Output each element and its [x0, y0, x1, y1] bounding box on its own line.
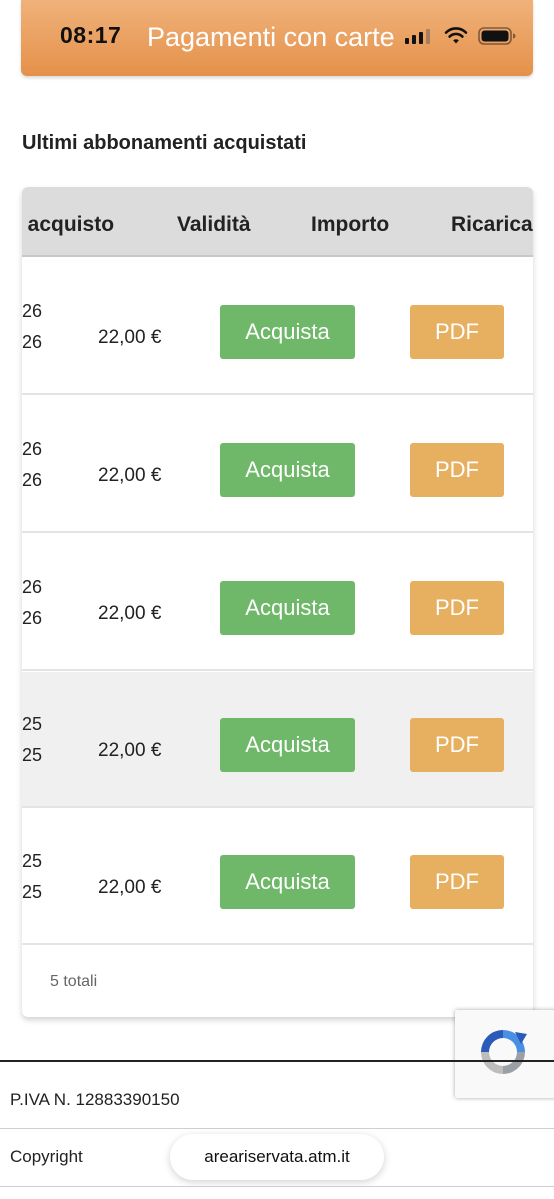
column-header-recharge: Ricarica: [451, 213, 533, 236]
column-header-validity: Validità: [177, 213, 251, 236]
browser-url-bar[interactable]: areariservata.atm.it: [170, 1134, 384, 1180]
footer-divider: [0, 1186, 554, 1187]
validity-date-fragment: 25: [22, 745, 43, 765]
status-time: 08:17: [60, 22, 122, 48]
page-title: Pagamenti con carte: [147, 22, 395, 52]
column-header-purchase-date: i acquisto: [22, 213, 115, 236]
column-header-amount: Importo: [311, 213, 390, 236]
cellular-signal-icon: [405, 28, 430, 44]
table-row: 26 26 22,00 € Acquista PDF: [22, 535, 533, 671]
buy-button[interactable]: Acquista: [220, 443, 355, 497]
purchase-date-fragment: 25: [22, 714, 43, 734]
pdf-button[interactable]: PDF: [410, 855, 504, 909]
purchase-date-fragment: 26: [22, 577, 43, 597]
pdf-button[interactable]: PDF: [410, 581, 504, 635]
purchase-date-fragment: 25: [22, 851, 43, 871]
app-header: Pagamenti con carte 08:17: [21, 0, 533, 76]
buy-button[interactable]: Acquista: [220, 305, 355, 359]
subscriptions-table: i acquisto Validità Importo Ricarica 26 …: [22, 187, 533, 1017]
pdf-button[interactable]: PDF: [410, 718, 504, 772]
wifi-icon: [444, 27, 468, 44]
validity-date-fragment: 26: [22, 332, 43, 352]
buy-button[interactable]: Acquista: [220, 718, 355, 772]
amount-value: 22,00 €: [98, 465, 162, 486]
purchase-date-fragment: 26: [22, 439, 43, 459]
pdf-button[interactable]: PDF: [410, 305, 504, 359]
amount-value: 22,00 €: [98, 877, 162, 898]
amount-value: 22,00 €: [98, 740, 162, 761]
footer-divider: [0, 1128, 554, 1129]
table-header: i acquisto Validità Importo Ricarica: [22, 187, 533, 257]
buy-button[interactable]: Acquista: [220, 855, 355, 909]
pdf-button[interactable]: PDF: [410, 443, 504, 497]
recaptcha-badge[interactable]: [455, 1010, 554, 1098]
total-count: 5 totali: [50, 973, 98, 990]
validity-date-fragment: 25: [22, 882, 43, 902]
table-row: 26 26 22,00 € Acquista PDF: [22, 259, 533, 395]
footer-divider: [0, 1060, 554, 1062]
amount-value: 22,00 €: [98, 327, 162, 348]
table-row: 26 26 22,00 € Acquista PDF: [22, 397, 533, 533]
vat-number: P.IVA N. 12883390150: [10, 1090, 180, 1109]
validity-date-fragment: 26: [22, 470, 43, 490]
page: Pagamenti con carte 08:17 Ultimi abbonam…: [0, 0, 554, 1199]
copyright-link[interactable]: Copyright: [10, 1147, 83, 1167]
amount-value: 22,00 €: [98, 603, 162, 624]
section-title: Ultimi abbonamenti acquistati: [22, 132, 307, 154]
table-row: 25 25 22,00 € Acquista PDF: [22, 672, 533, 808]
battery-icon: [478, 27, 516, 45]
status-icons: [405, 26, 516, 46]
table-row: 25 25 22,00 € Acquista PDF: [22, 809, 533, 945]
recaptcha-logo-icon: [481, 1030, 527, 1074]
purchase-date-fragment: 26: [22, 301, 43, 321]
validity-date-fragment: 26: [22, 608, 43, 628]
buy-button[interactable]: Acquista: [220, 581, 355, 635]
